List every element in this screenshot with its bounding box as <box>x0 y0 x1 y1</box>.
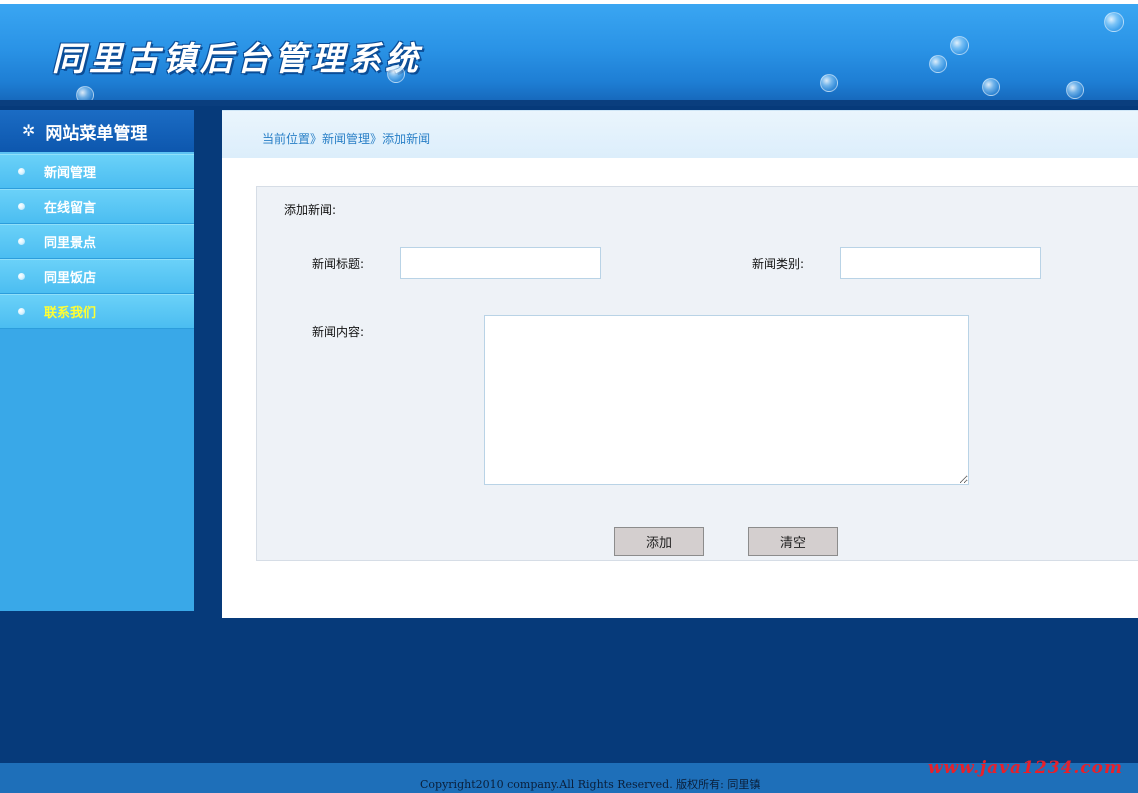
sidebar-title: 网站菜单管理 <box>45 123 148 144</box>
sidebar-item-contact-us[interactable]: 联系我们 <box>0 294 194 329</box>
sidebar-item-label: 同里饭店 <box>44 271 97 286</box>
news-content-label: 新闻内容: <box>312 325 365 339</box>
bullet-dot-icon <box>18 168 25 175</box>
decorative-bubble <box>982 78 1000 96</box>
decorative-bubble <box>387 65 405 83</box>
bullet-dot-icon <box>18 238 25 245</box>
sidebar-item-online-messages[interactable]: 在线留言 <box>0 189 194 224</box>
sidebar-item-label: 新闻管理 <box>44 166 97 181</box>
decorative-bubble <box>1104 12 1124 32</box>
sidebar-item-label: 联系我们 <box>44 306 97 321</box>
bullet-dot-icon <box>18 308 25 315</box>
breadcrumb: 当前位置》新闻管理》添加新闻 <box>262 130 430 147</box>
breadcrumb-link-news-management[interactable]: 新闻管理 <box>322 132 370 146</box>
news-title-label: 新闻标题: <box>312 257 365 271</box>
sidebar-item-scenic-spots[interactable]: 同里景点 <box>0 224 194 259</box>
header-banner: 同里古镇后台管理系统 <box>0 0 1138 104</box>
sidebar-item-news-management[interactable]: 新闻管理 <box>0 154 194 189</box>
news-category-label: 新闻类别: <box>752 257 805 271</box>
breadcrumb-separator: 》 <box>370 132 383 146</box>
main-content: 当前位置》新闻管理》添加新闻 添加新闻: 新闻标题: 新闻类别: 新闻内容: 添… <box>222 110 1138 618</box>
breadcrumb-bar: 当前位置》新闻管理》添加新闻 <box>222 110 1138 158</box>
sidebar-item-label: 在线留言 <box>44 201 97 216</box>
decorative-bubble <box>1066 81 1084 99</box>
watermark-text: www.java1234.com <box>927 758 1123 778</box>
form-title: 添加新闻: <box>284 203 337 217</box>
sidebar-item-label: 同里景点 <box>44 236 97 251</box>
breadcrumb-current-label: 当前位置 <box>262 132 311 146</box>
bullet-dot-icon <box>18 273 25 280</box>
gear-icon: ✲ <box>22 121 36 140</box>
sidebar: ✲ 网站菜单管理 新闻管理 在线留言 同里景点 同里饭店 联系我们 <box>0 110 194 611</box>
sidebar-item-restaurants[interactable]: 同里饭店 <box>0 259 194 294</box>
bullet-dot-icon <box>18 203 25 210</box>
copyright-text: Copyright2010 company.All Rights Reserve… <box>420 778 761 791</box>
sidebar-header: ✲ 网站菜单管理 <box>0 110 194 154</box>
news-title-input[interactable] <box>400 247 601 279</box>
site-title: 同里古镇后台管理系统 <box>52 39 422 78</box>
decorative-bubble <box>950 36 969 55</box>
header-divider <box>0 100 1138 106</box>
clear-button[interactable]: 清空 <box>748 527 838 556</box>
decorative-bubble <box>929 55 947 73</box>
breadcrumb-separator: 》 <box>310 132 323 146</box>
breadcrumb-link-add-news[interactable]: 添加新闻 <box>382 132 430 146</box>
news-content-textarea[interactable] <box>484 315 969 485</box>
news-category-input[interactable] <box>840 247 1041 279</box>
add-button[interactable]: 添加 <box>614 527 704 556</box>
decorative-bubble <box>820 74 838 92</box>
add-news-form: 添加新闻: 新闻标题: 新闻类别: 新闻内容: 添加 清空 <box>256 186 1138 561</box>
